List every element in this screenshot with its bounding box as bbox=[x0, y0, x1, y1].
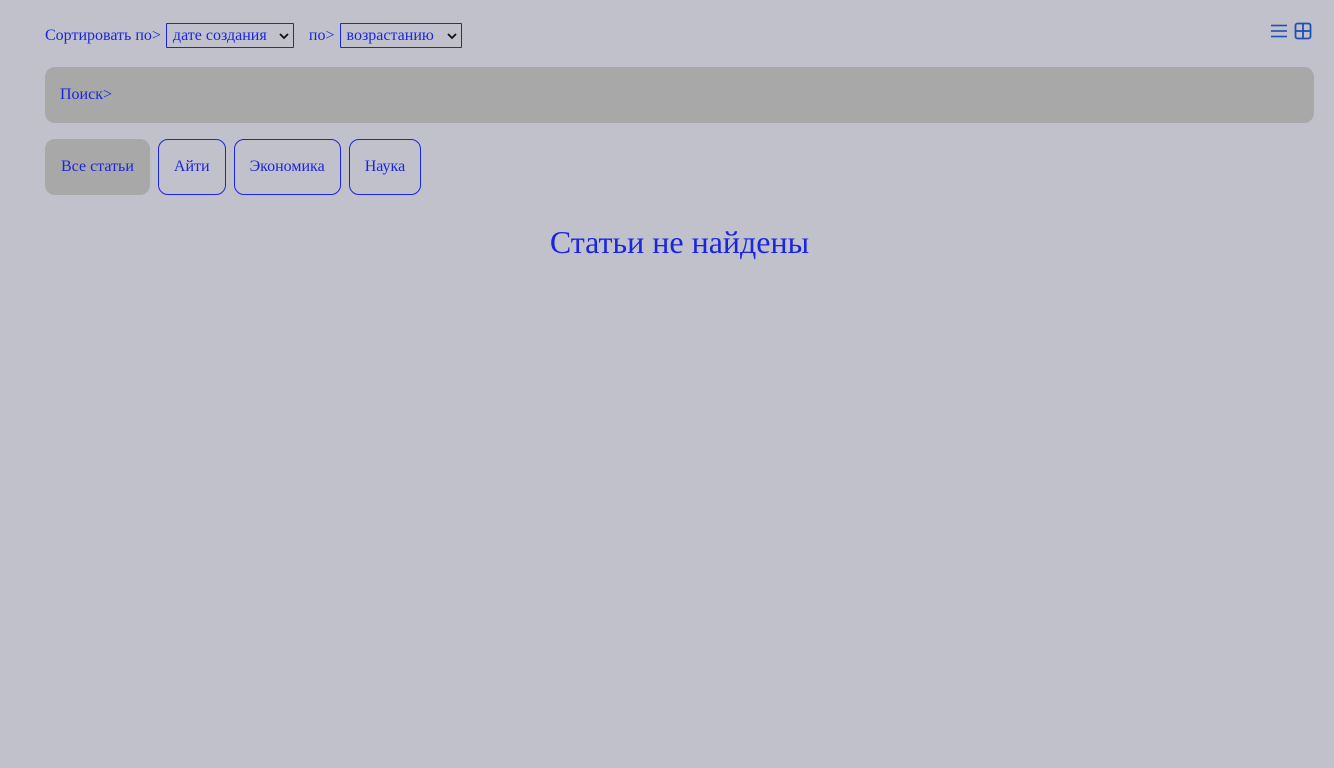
tab-label: Экономика bbox=[249, 158, 325, 175]
sort-field-value: дате создания bbox=[172, 26, 267, 44]
tab-science[interactable]: Наука bbox=[348, 139, 422, 195]
sort-by-label: Сортировать по> bbox=[45, 26, 161, 44]
empty-state-message: Статьи не найдены bbox=[549, 224, 810, 260]
tab-label: Все статьи bbox=[61, 158, 134, 175]
sort-field-select[interactable]: дате создания bbox=[165, 23, 294, 48]
sort-bar: Сортировать по> дате создания по> возрас… bbox=[45, 23, 462, 48]
tab-it[interactable]: Айти bbox=[157, 139, 226, 195]
chevron-down-icon bbox=[446, 32, 457, 39]
sort-order-select[interactable]: возрастанию bbox=[339, 23, 462, 48]
chevron-down-icon bbox=[279, 32, 289, 39]
search-input[interactable]: Поиск> bbox=[45, 67, 1314, 123]
tab-label: Айти bbox=[173, 158, 210, 175]
tab-all-articles[interactable]: Все статьи bbox=[45, 139, 150, 195]
grid-icon[interactable] bbox=[1294, 22, 1312, 40]
search-placeholder: Поиск> bbox=[60, 86, 113, 103]
sort-order-value: возрастанию bbox=[346, 26, 434, 44]
sort-order-label: по> bbox=[308, 26, 335, 44]
view-toggle bbox=[1270, 22, 1312, 40]
list-icon[interactable] bbox=[1270, 22, 1288, 40]
category-tabs: Все статьи Айти Экономика Наука bbox=[45, 139, 422, 195]
tab-economics[interactable]: Экономика bbox=[233, 139, 341, 195]
tab-label: Наука bbox=[364, 158, 406, 175]
articles-page: Сортировать по> дате создания по> возрас… bbox=[0, 0, 1334, 768]
